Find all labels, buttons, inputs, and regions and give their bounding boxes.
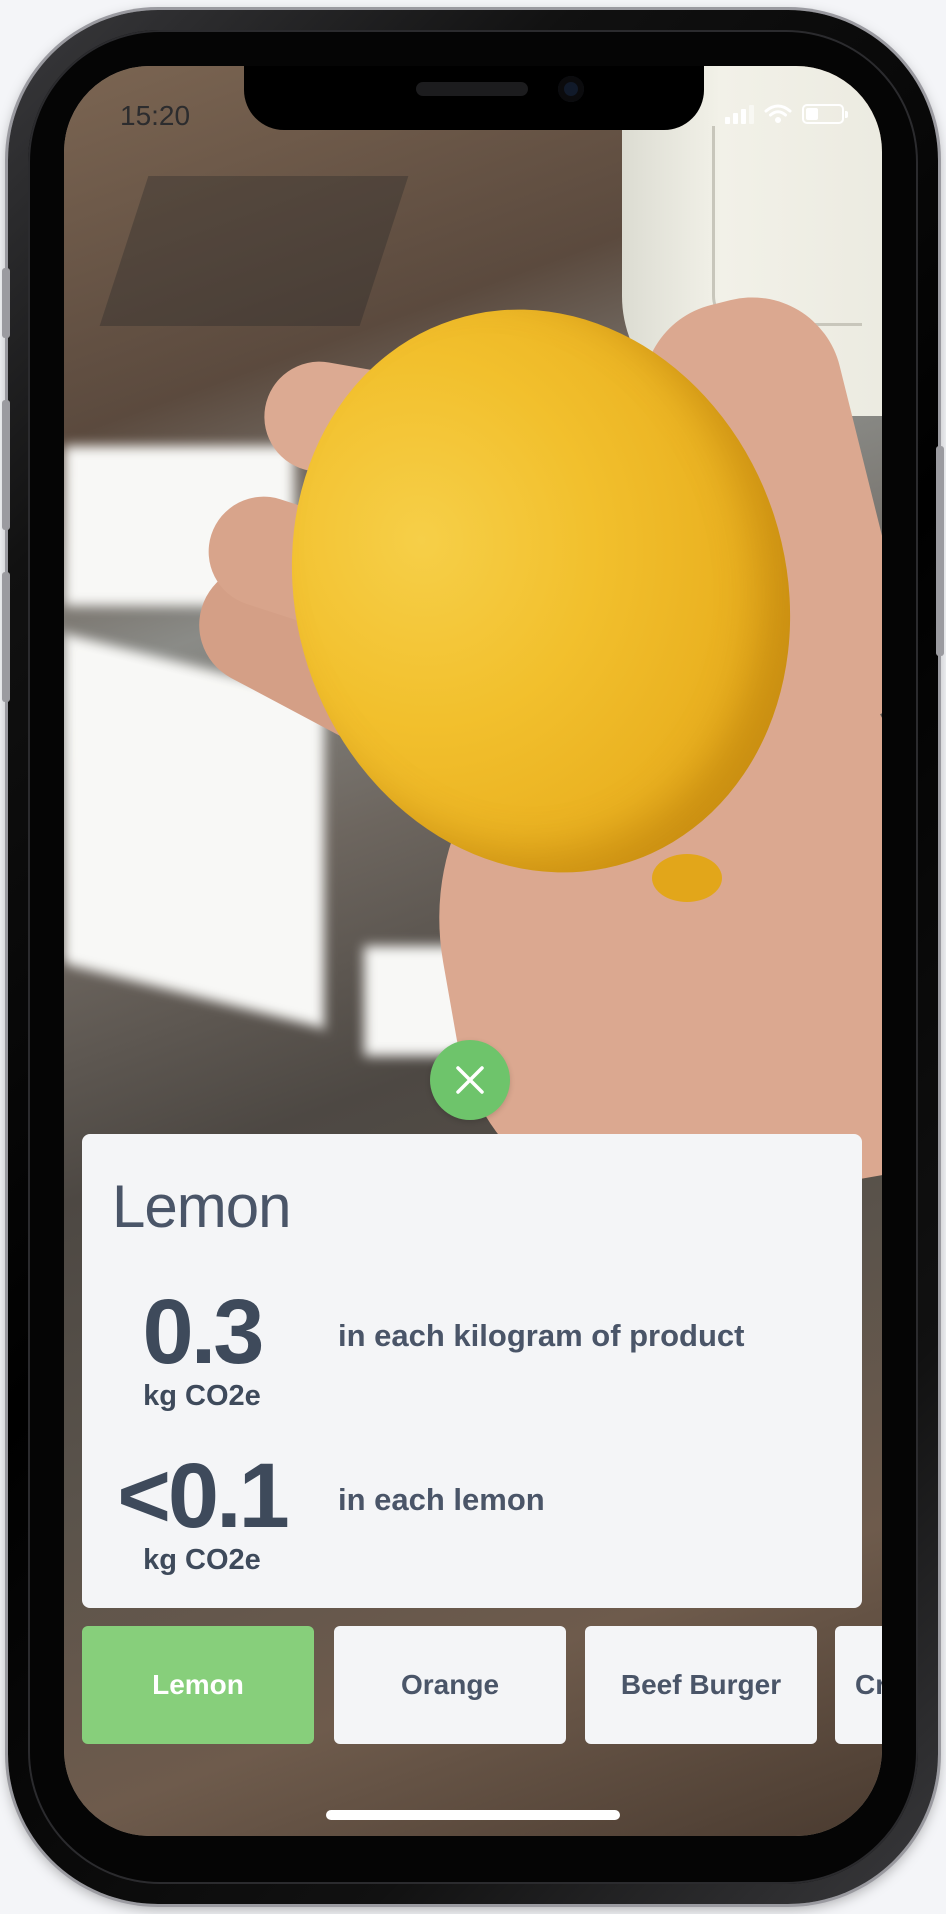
- metric-unit: kg CO2e: [143, 1544, 261, 1576]
- earpiece-speaker: [416, 82, 528, 96]
- signal-icon: [725, 104, 754, 124]
- metric-per-item: <0.1 kg CO2e in each lemon: [82, 1444, 862, 1584]
- volume-down-button: [2, 572, 10, 702]
- chip-partial[interactable]: Cr: [835, 1626, 882, 1744]
- battery-icon: [802, 104, 848, 124]
- volume-up-button: [2, 400, 10, 530]
- lemon-tip: [652, 854, 722, 902]
- chip-orange[interactable]: Orange: [334, 1626, 566, 1744]
- metric-per-kilogram: 0.3 kg CO2e in each kilogram of product: [82, 1280, 862, 1420]
- phone-screen: 15:20 Lemon 0.3 kg CO2e in each kilogram…: [64, 66, 882, 1836]
- metric-value: 0.3: [142, 1281, 265, 1383]
- mute-switch: [2, 268, 10, 338]
- battery-fill: [806, 108, 818, 120]
- cabinet-door-line: [712, 126, 862, 326]
- wifi-icon: [764, 104, 792, 123]
- chip-lemon[interactable]: Lemon: [82, 1626, 314, 1744]
- close-button[interactable]: [430, 1040, 510, 1120]
- close-icon: [456, 1066, 484, 1094]
- home-indicator[interactable]: [326, 1810, 620, 1820]
- status-time: 15:20: [120, 100, 191, 131]
- front-camera: [558, 76, 584, 102]
- power-button: [936, 446, 944, 656]
- product-name: Lemon: [112, 1173, 291, 1240]
- metric-value: <0.1: [117, 1445, 290, 1547]
- status-icons: [725, 104, 848, 124]
- notch: [244, 66, 704, 130]
- floor-tile: [99, 176, 409, 326]
- metric-unit: kg CO2e: [143, 1380, 261, 1412]
- product-chip-list[interactable]: Lemon Orange Beef Burger Cr: [82, 1626, 882, 1746]
- metric-description: in each kilogram of product: [338, 1318, 745, 1353]
- chip-beef-burger[interactable]: Beef Burger: [585, 1626, 817, 1744]
- product-info-card: Lemon 0.3 kg CO2e in each kilogram of pr…: [82, 1134, 862, 1608]
- metric-description: in each lemon: [338, 1482, 545, 1517]
